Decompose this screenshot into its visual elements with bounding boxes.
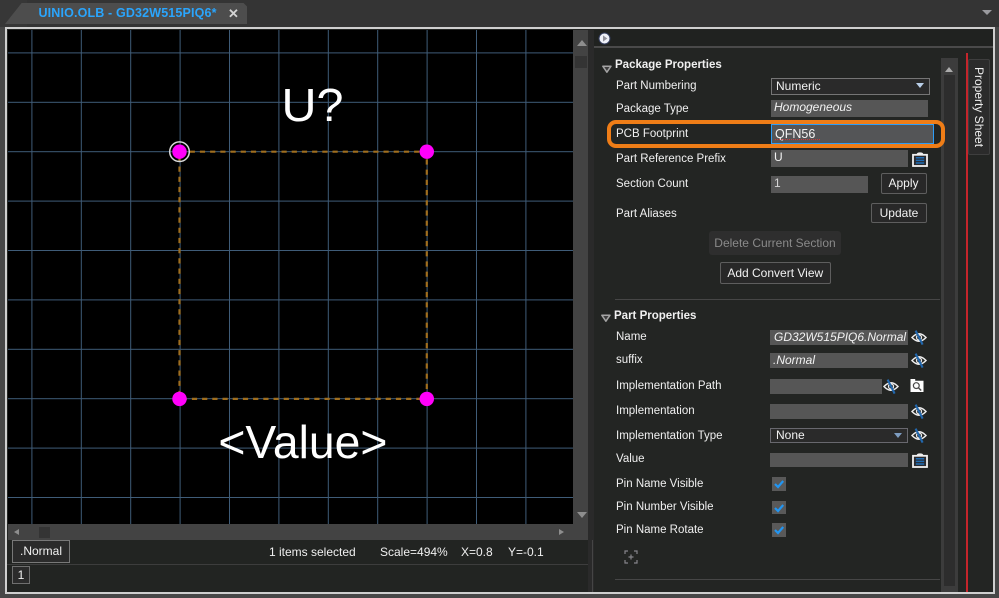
svg-text:U?: U? (281, 79, 343, 131)
svg-text:<Value>: <Value> (218, 415, 387, 467)
